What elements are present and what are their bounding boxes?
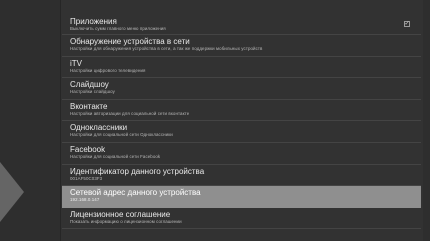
menu-item-vkontakte[interactable]: Вконтакте Настройки авторизации для соци…: [62, 100, 421, 122]
left-arrow-icon[interactable]: [0, 162, 24, 222]
menu-item-subtitle: Настройки цифрового телевидения: [70, 67, 146, 73]
menu-item-network-discovery[interactable]: Обнаружение устройства в сети Настройки …: [62, 35, 421, 57]
menu-item-slideshow[interactable]: Слайдшоу Настройки слайдшоу: [62, 78, 421, 100]
menu-item-license-agreement[interactable]: Лицензионное соглашение Показать информа…: [62, 208, 421, 230]
menu-item-device-id[interactable]: Идентификатор данного устройства 001AF50…: [62, 165, 421, 187]
menu-item-subtitle: Настройки авторизации для социальной сет…: [70, 110, 190, 116]
menu-item-title: Обнаружение устройства в сети: [70, 37, 190, 46]
menu-item-title: Facebook: [70, 144, 106, 154]
menu-item-title: Лицензионное соглашение: [70, 209, 171, 219]
menu-item-title: Идентификатор данного устройства: [70, 166, 205, 176]
menu-item-title: Слайдшоу: [70, 80, 109, 90]
menu-item-title: Сетевой адрес данного устройства: [70, 188, 201, 198]
menu-item-title: iTV: [70, 58, 82, 68]
settings-menu: Приложения Выключить сумм главного меню …: [62, 15, 421, 230]
menu-item-applications[interactable]: Приложения Выключить сумм главного меню …: [62, 15, 421, 35]
menu-item-odnoklassniki[interactable]: Одноклассники Настройки для социальной с…: [62, 121, 421, 143]
menu-item-subtitle: 192.168.0.147: [70, 197, 100, 203]
menu-item-itv[interactable]: iTV Настройки цифрового телевидения: [62, 57, 421, 79]
menu-item-facebook[interactable]: Facebook Настройки для социальной сети F…: [62, 143, 421, 165]
menu-item-subtitle: Показать информацию о лицензионном согла…: [70, 218, 182, 224]
menu-item-subtitle: Настройки для социальной сети Одноклассн…: [70, 132, 173, 138]
menu-item-network-address[interactable]: Сетевой адрес данного устройства 192.168…: [62, 186, 421, 208]
menu-item-title: Одноклассники: [70, 123, 128, 133]
settings-screen: Приложения Выключить сумм главного меню …: [0, 0, 430, 241]
menu-item-title: Вконтакте: [70, 101, 108, 111]
menu-item-subtitle: 001AF50C03F3: [70, 175, 103, 181]
menu-item-subtitle: Настройки слайдшоу: [70, 89, 115, 95]
menu-item-title: Приложения: [70, 17, 117, 26]
menu-item-subtitle: Выключить сумм главного меню приложения: [70, 26, 166, 31]
menu-item-subtitle: Настройки для обнаружения устройства в с…: [70, 46, 263, 51]
checkbox-icon[interactable]: ✓: [404, 21, 410, 27]
menu-item-subtitle: Настройки для социальной сети Facebook: [70, 153, 161, 159]
